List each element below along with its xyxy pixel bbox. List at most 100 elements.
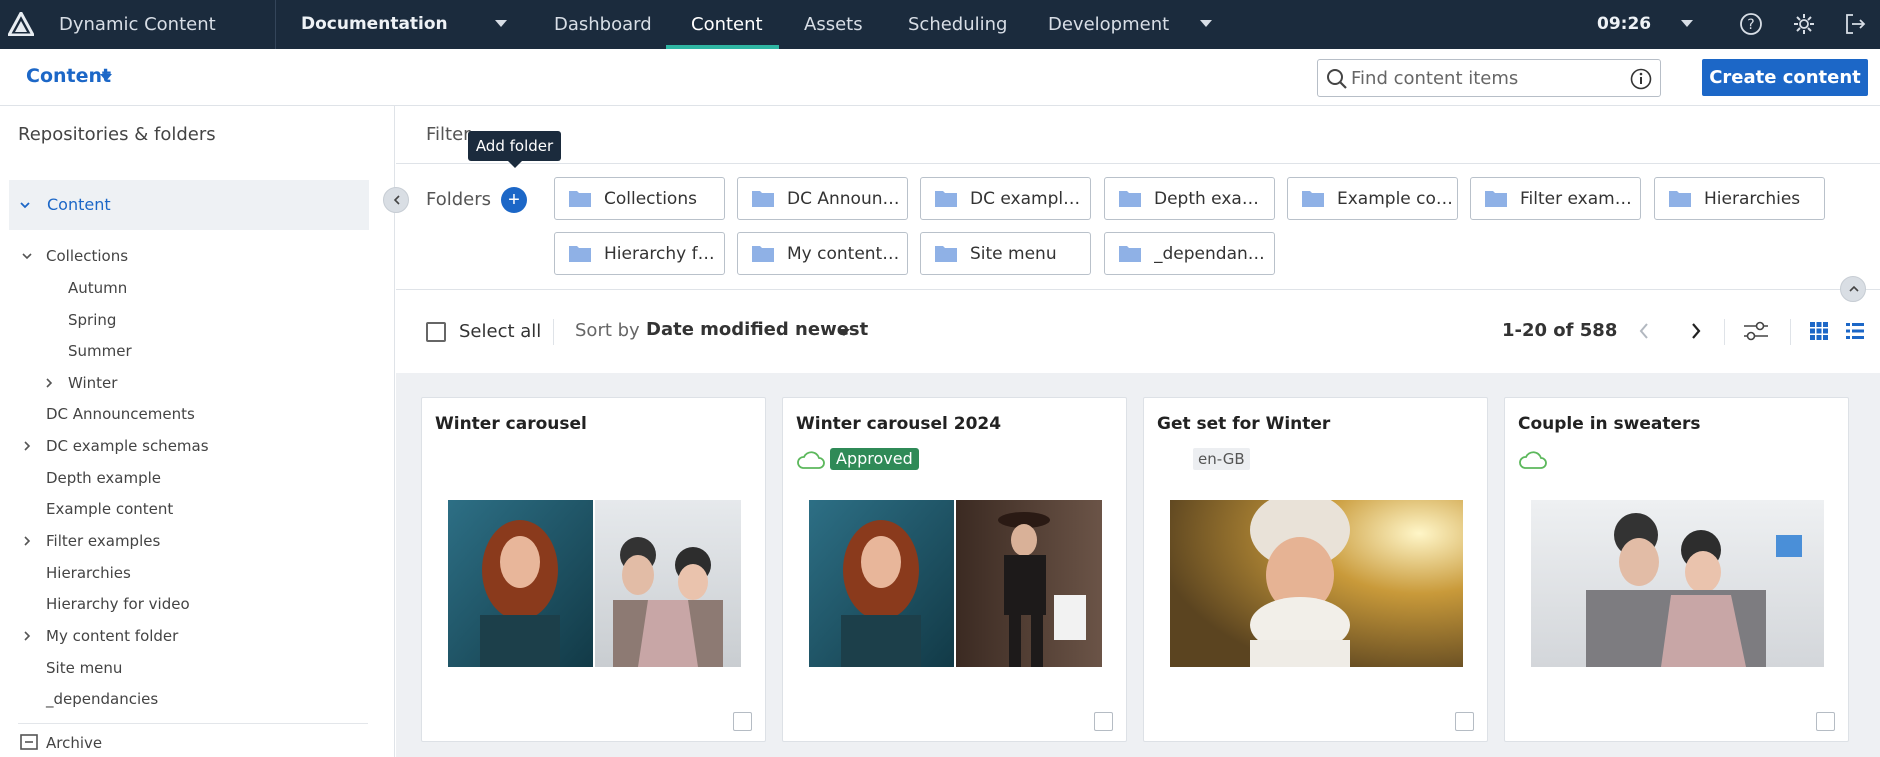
content-view-dropdown[interactable]: Content [26, 65, 111, 87]
sidebar-item-depth-example[interactable]: Depth example [46, 469, 161, 487]
card-title[interactable]: Couple in sweaters [1518, 414, 1701, 434]
search-input[interactable] [1351, 66, 1621, 90]
folder-chip[interactable]: Collections [554, 177, 725, 220]
sidebar-item-spring[interactable]: Spring [68, 311, 116, 329]
folder-chip[interactable]: My content folder [737, 232, 908, 275]
folder-chip[interactable]: DC Announcements [737, 177, 908, 220]
sort-chevron-down-icon[interactable] [838, 329, 850, 336]
content-card[interactable]: Get set for Winter en-GB [1143, 397, 1488, 742]
chevron-right-icon[interactable] [43, 377, 55, 389]
chevron-down-icon[interactable] [19, 199, 31, 211]
amplience-logo-icon[interactable] [8, 12, 34, 36]
sidebar-item-archive[interactable]: Archive [46, 734, 102, 752]
chevron-right-icon[interactable] [21, 440, 33, 452]
sidebar-title: Repositories & folders [18, 124, 216, 145]
folder-chip[interactable]: Depth example [1104, 177, 1275, 220]
development-chevron-down-icon[interactable] [1200, 20, 1212, 27]
folder-name: My content folder [787, 244, 903, 264]
content-card[interactable]: Winter carousel [421, 397, 766, 742]
sidebar-item-hierarchy-for-video[interactable]: Hierarchy for video [46, 595, 190, 613]
sidebar-item-dc-announcements[interactable]: DC Announcements [46, 405, 195, 423]
content-chevron-down-icon[interactable] [100, 74, 112, 81]
folder-name: Depth example [1154, 189, 1270, 209]
folder-chip[interactable]: Example content [1287, 177, 1458, 220]
sidebar-item-dc-example-schemas[interactable]: DC example schemas [46, 437, 209, 455]
folder-chip[interactable]: Hierarchies [1654, 177, 1825, 220]
hub-chevron-down-icon[interactable] [495, 20, 507, 27]
content-card[interactable]: Winter carousel 2024 Approved [782, 397, 1127, 742]
clock-time[interactable]: 09:26 [1597, 14, 1651, 34]
card-select-checkbox[interactable] [1094, 712, 1113, 731]
sidebar-item-content-root[interactable]: Content [9, 180, 369, 230]
card-thumbnail [448, 500, 741, 667]
folder-name: Hierarchies [1704, 189, 1801, 209]
chevron-right-icon[interactable] [21, 535, 33, 547]
folder-icon [1302, 191, 1324, 207]
tab-content[interactable]: Content [691, 14, 763, 35]
select-all-label[interactable]: Select all [459, 321, 541, 342]
folder-name: Example content [1337, 189, 1453, 209]
card-title[interactable]: Winter carousel [435, 414, 587, 434]
sidebar-item-my-content-folder[interactable]: My content folder [46, 627, 178, 645]
folder-name: Hierarchy for video [604, 244, 720, 264]
sidebar-item-collections[interactable]: Collections [46, 247, 128, 265]
tab-assets[interactable]: Assets [804, 14, 863, 35]
help-icon[interactable]: ? [1739, 12, 1763, 36]
search-box[interactable] [1317, 59, 1661, 97]
thumbnail-image [1170, 500, 1463, 667]
previous-page-icon[interactable] [1637, 321, 1651, 341]
card-select-checkbox[interactable] [733, 712, 752, 731]
sidebar-item-winter[interactable]: Winter [68, 374, 117, 392]
toolbar-divider [553, 319, 554, 345]
folder-chip[interactable]: _dependancies [1104, 232, 1275, 275]
folder-icon [1119, 246, 1141, 262]
sidebar-item-dependancies[interactable]: _dependancies [46, 690, 158, 708]
folder-icon [1485, 191, 1507, 207]
add-folder-tooltip: Add folder [468, 131, 561, 168]
select-all-checkbox[interactable] [426, 322, 446, 342]
sidebar-item-autumn[interactable]: Autumn [68, 279, 127, 297]
chevron-down-icon[interactable] [21, 250, 33, 262]
tab-dashboard[interactable]: Dashboard [554, 14, 652, 35]
folder-chip[interactable]: Site menu [920, 232, 1091, 275]
list-view-icon[interactable] [1845, 321, 1865, 341]
sort-dropdown[interactable]: Date modified newest [646, 319, 868, 340]
cloud-icon [1519, 451, 1547, 469]
folder-chip[interactable]: Filter examples [1470, 177, 1641, 220]
sidebar-item-example-content[interactable]: Example content [46, 500, 173, 518]
folder-chip[interactable]: Hierarchy for video [554, 232, 725, 275]
filter-row: Filter [396, 106, 1880, 164]
content-card[interactable]: Couple in sweaters [1504, 397, 1849, 742]
card-title[interactable]: Get set for Winter [1157, 414, 1330, 434]
sidebar-item-hierarchies[interactable]: Hierarchies [46, 564, 131, 582]
card-title[interactable]: Winter carousel 2024 [796, 414, 1001, 434]
folder-name: _dependancies [1154, 244, 1270, 264]
filter-sliders-icon[interactable] [1742, 319, 1770, 343]
create-content-button[interactable]: Create content [1702, 59, 1868, 96]
content-toolbar: Content Create content [0, 49, 1880, 106]
sort-by-label: Sort by [575, 320, 640, 341]
tab-scheduling[interactable]: Scheduling [908, 14, 1007, 35]
card-select-checkbox[interactable] [1816, 712, 1835, 731]
sidebar-item-site-menu[interactable]: Site menu [46, 659, 122, 677]
time-chevron-down-icon[interactable] [1681, 20, 1693, 27]
search-icon [1327, 69, 1347, 89]
filter-label[interactable]: Filter [426, 124, 471, 145]
hub-selector[interactable]: Documentation [301, 14, 448, 34]
folder-icon [1119, 191, 1141, 207]
sign-out-icon[interactable] [1843, 12, 1867, 36]
next-page-icon[interactable] [1689, 321, 1703, 341]
info-icon[interactable] [1630, 68, 1652, 90]
add-folder-button[interactable]: + [501, 187, 527, 213]
grid-view-icon[interactable] [1809, 321, 1829, 341]
sidebar-item-summer[interactable]: Summer [68, 342, 132, 360]
folder-icon [935, 191, 957, 207]
sidebar-item-filter-examples[interactable]: Filter examples [46, 532, 160, 550]
folder-name: DC example schemas [970, 189, 1086, 209]
chevron-right-icon[interactable] [21, 630, 33, 642]
tab-development[interactable]: Development [1048, 14, 1169, 35]
folder-chip[interactable]: DC example schemas [920, 177, 1091, 220]
settings-gear-icon[interactable] [1792, 12, 1816, 36]
card-select-checkbox[interactable] [1455, 712, 1474, 731]
folder-icon [752, 191, 774, 207]
